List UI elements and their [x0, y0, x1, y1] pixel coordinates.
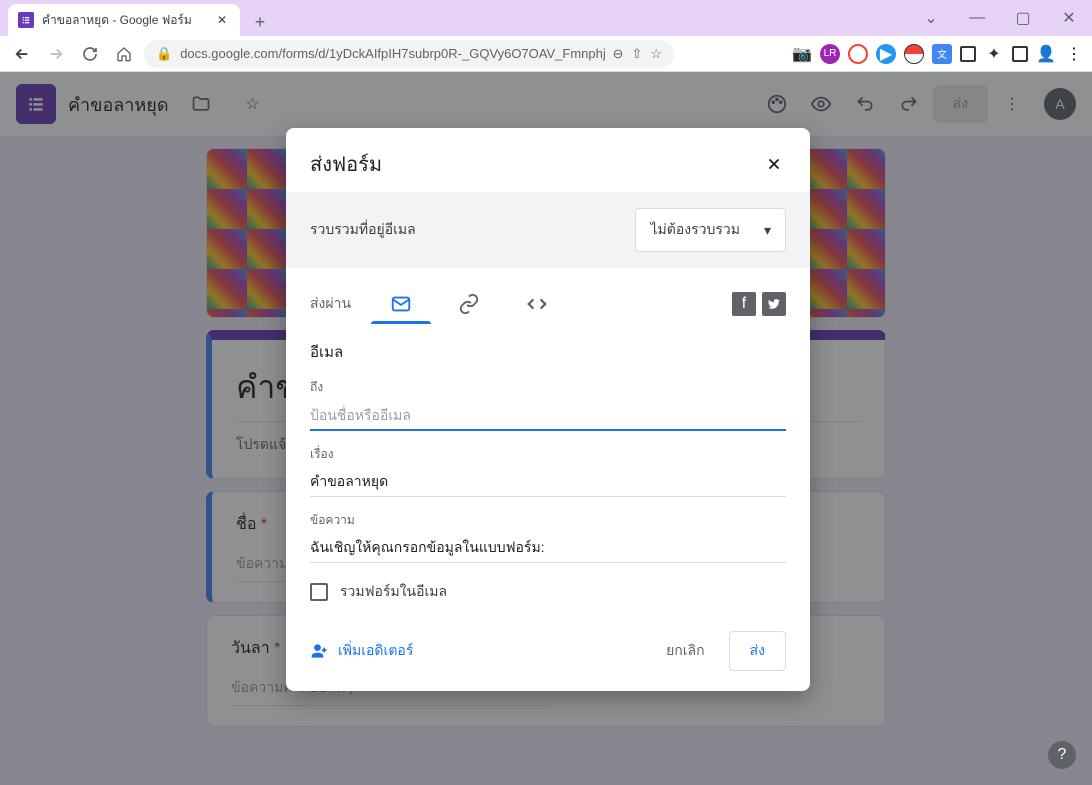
ext-purple-icon[interactable]: LR	[820, 44, 840, 64]
camera-icon[interactable]: 📷	[792, 44, 812, 64]
zoom-icon[interactable]: ⊖	[613, 46, 624, 62]
extension-icons: 📷 LR ▶ 文 ✦ 👤 ⋮	[792, 44, 1084, 64]
add-editor-label: เพิ่มเอดิเตอร์	[338, 640, 413, 662]
ext-red-icon[interactable]	[848, 44, 868, 64]
url-field[interactable]: 🔒 docs.google.com/forms/d/1yDckAIfpIH7su…	[144, 40, 674, 68]
star-icon[interactable]: ☆	[650, 46, 662, 62]
send-form-dialog: ส่งฟอร์ม รวบรวมที่อยู่อีเมล ไม่ต้องรวบรว…	[286, 128, 810, 691]
send-via-tabs: ส่งผ่าน f	[286, 268, 810, 324]
collect-label: รวบรวมที่อยู่อีเมล	[310, 219, 416, 241]
extensions-icon[interactable]: ✦	[984, 44, 1004, 64]
email-section-label: อีเมล	[310, 340, 786, 364]
message-field-label: ข้อความ	[310, 511, 786, 530]
help-fab-icon[interactable]: ?	[1048, 741, 1076, 769]
maximize-button[interactable]: ▢	[1000, 0, 1046, 36]
ext-box-icon[interactable]	[1012, 46, 1028, 62]
collect-value: ไม่ต้องรวบรวม	[650, 219, 739, 241]
ext-blue-icon[interactable]: ▶	[876, 44, 896, 64]
collect-email-select[interactable]: ไม่ต้องรวบรวม ▾	[635, 208, 786, 252]
message-field-input[interactable]	[310, 534, 786, 563]
ext-square-icon[interactable]	[960, 46, 976, 62]
ext-pokeball-icon[interactable]	[904, 44, 924, 64]
send-via-embed-tab[interactable]	[507, 284, 567, 324]
cancel-button[interactable]: ยกเลิก	[650, 632, 721, 670]
home-button[interactable]	[110, 40, 138, 68]
add-editor-button[interactable]: เพิ่มเอดิเตอร์	[310, 640, 413, 662]
dialog-title: ส่งฟอร์ม	[310, 148, 382, 180]
include-form-label: รวมฟอร์มในอีเมล	[340, 581, 447, 603]
chevron-down-icon[interactable]: ⌄	[908, 0, 954, 36]
share-icon[interactable]: ⇧	[631, 46, 642, 62]
send-via-label: ส่งผ่าน	[310, 293, 351, 315]
lock-icon: 🔒	[156, 46, 172, 62]
facebook-share-icon[interactable]: f	[732, 292, 756, 316]
to-field-label: ถึง	[310, 378, 786, 397]
browser-address-bar: 🔒 docs.google.com/forms/d/1yDckAIfpIH7su…	[0, 36, 1092, 72]
send-via-link-tab[interactable]	[439, 284, 499, 324]
send-via-email-tab[interactable]	[371, 284, 431, 324]
to-field-input[interactable]	[310, 401, 786, 431]
tab-close-icon[interactable]: ✕	[214, 12, 230, 28]
ext-translate-icon[interactable]: 文	[932, 44, 952, 64]
minimize-button[interactable]: ―	[954, 0, 1000, 36]
subject-field-input[interactable]	[310, 468, 786, 497]
window-controls: ⌄ ― ▢ ✕	[908, 0, 1092, 36]
collect-email-row: รวบรวมที่อยู่อีเมล ไม่ต้องรวบรวม ▾	[286, 192, 810, 268]
twitter-share-icon[interactable]	[762, 292, 786, 316]
back-button[interactable]	[8, 40, 36, 68]
send-button[interactable]: ส่ง	[729, 631, 786, 671]
tab-title: คำขอลาหยุด - Google ฟอร์ม	[42, 11, 206, 30]
person-add-icon	[310, 641, 330, 661]
browser-titlebar: คำขอลาหยุด - Google ฟอร์ม ✕ + ⌄ ― ▢ ✕	[0, 0, 1092, 36]
profile-avatar-icon[interactable]: 👤	[1036, 44, 1056, 64]
new-tab-button[interactable]: +	[246, 8, 274, 36]
forward-button[interactable]	[42, 40, 70, 68]
dropdown-arrow-icon: ▾	[764, 222, 771, 239]
reload-button[interactable]	[76, 40, 104, 68]
forms-favicon	[18, 12, 34, 28]
include-form-checkbox[interactable]	[310, 583, 328, 601]
dialog-close-icon[interactable]	[762, 152, 786, 176]
browser-tab[interactable]: คำขอลาหยุด - Google ฟอร์ม ✕	[8, 4, 240, 36]
url-text: docs.google.com/forms/d/1yDckAIfpIH7subr…	[180, 46, 604, 61]
browser-menu-icon[interactable]: ⋮	[1064, 44, 1084, 64]
close-window-button[interactable]: ✕	[1046, 0, 1092, 36]
subject-field-label: เรื่อง	[310, 445, 786, 464]
